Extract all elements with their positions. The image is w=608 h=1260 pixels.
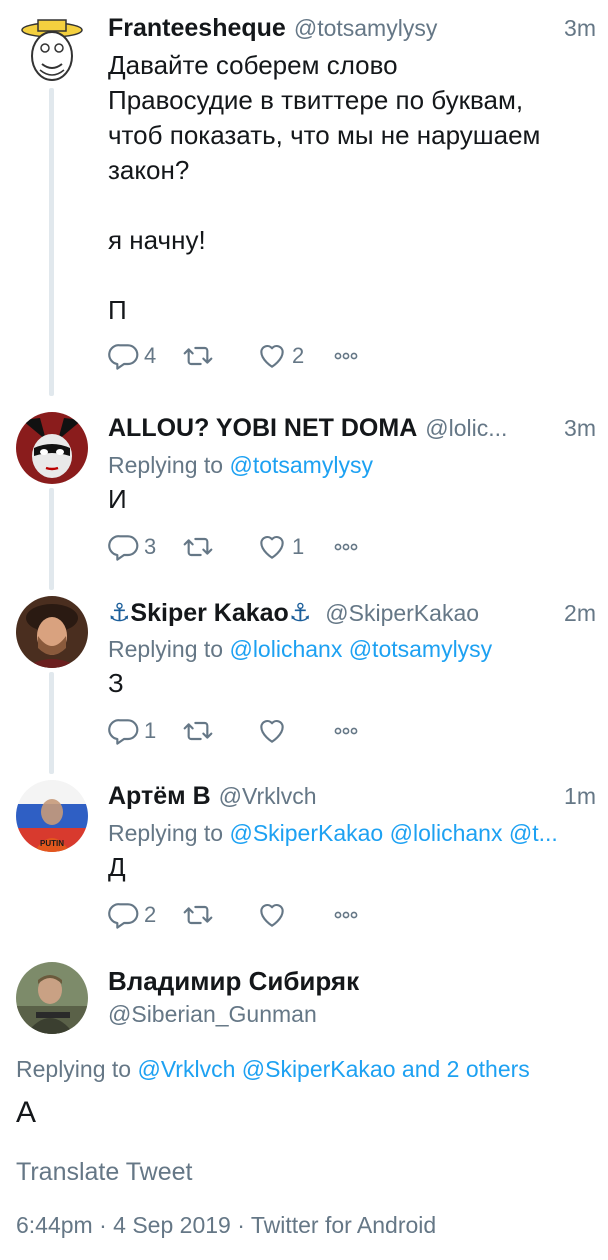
anchor-icon: ⚓: [288, 599, 312, 627]
like-count: 2: [292, 343, 305, 368]
author-name[interactable]: ⚓Skiper Kakao⚓: [108, 598, 311, 628]
like-icon: [256, 715, 288, 747]
thread-line: [49, 488, 54, 590]
more-icon: [330, 531, 362, 563]
retweet-icon: [182, 715, 214, 747]
thread-line: [49, 88, 54, 396]
like-count: 1: [292, 534, 305, 559]
avatar[interactable]: [16, 14, 88, 86]
replying-mentions[interactable]: @Vrklvch @SkiperKakao and 2 others: [137, 1056, 529, 1082]
more-icon: [330, 715, 362, 747]
reply-button[interactable]: 1: [108, 715, 174, 747]
replying-to: Replying to @lolichanx @totsamylysy: [108, 632, 596, 666]
author-handle[interactable]: @totsamylysy: [294, 15, 556, 42]
replying-to: Replying to @Vrklvch @SkiperKakao and 2 …: [16, 1056, 530, 1083]
retweet-icon: [182, 531, 214, 563]
like-button[interactable]: [256, 899, 322, 931]
more-button[interactable]: [330, 340, 362, 372]
avatar-shirt-text: PUTIN: [40, 839, 64, 848]
avatar[interactable]: PUTIN: [16, 780, 88, 852]
reply-icon: [108, 340, 140, 372]
focused-tweet: Владимир Сибиряк @Siberian_Gunman Replyi…: [0, 950, 608, 1260]
tweet-text: Давайте соберем слово Правосудие в твитт…: [108, 50, 541, 325]
reply-count: 2: [144, 902, 157, 927]
timestamp[interactable]: 3m: [564, 415, 596, 442]
tweet-metadata: 6:44pm · 4 Sep 2019 · Twitter for Androi…: [16, 1212, 437, 1238]
more-icon: [330, 899, 362, 931]
replying-mentions[interactable]: @SkiperKakao @lolichanx @t...: [229, 820, 557, 846]
author-name[interactable]: Артём В: [108, 782, 211, 811]
replying-to: Replying to @totsamylysy: [108, 448, 596, 482]
retweet-button[interactable]: [182, 531, 248, 563]
author-handle[interactable]: @Siberian_Gunman: [108, 1001, 596, 1028]
more-icon: [330, 340, 362, 372]
reply-button[interactable]: 3: [108, 531, 174, 563]
like-button[interactable]: 2: [256, 340, 322, 372]
more-button[interactable]: [330, 899, 362, 931]
reply-count: 4: [144, 343, 157, 368]
avatar[interactable]: [16, 412, 88, 484]
reply-icon: [108, 899, 140, 931]
timestamp[interactable]: 2m: [564, 600, 596, 627]
author-handle[interactable]: @lolic...: [425, 415, 556, 442]
tweet-text: И: [108, 484, 127, 514]
reply-count: 1: [144, 718, 157, 743]
author-handle[interactable]: @SkiperKakao: [325, 600, 556, 627]
replying-prefix: Replying to: [108, 452, 224, 478]
like-button[interactable]: [256, 715, 322, 747]
avatar[interactable]: [16, 962, 88, 1034]
like-button[interactable]: 1: [256, 531, 322, 563]
retweet-button[interactable]: [182, 715, 248, 747]
replying-prefix: Replying to: [16, 1056, 132, 1082]
author-handle[interactable]: @Vrklvch: [219, 783, 556, 810]
retweet-button[interactable]: [182, 340, 248, 372]
replying-mentions[interactable]: @totsamylysy: [229, 452, 372, 478]
reply-button[interactable]: 2: [108, 899, 174, 931]
more-button[interactable]: [330, 531, 362, 563]
author-name[interactable]: Franteesheque: [108, 14, 286, 43]
timestamp[interactable]: 1m: [564, 783, 596, 810]
replying-prefix: Replying to: [108, 820, 224, 846]
anchor-icon: ⚓: [108, 599, 131, 627]
replying-prefix: Replying to: [108, 636, 224, 662]
translate-tweet-link[interactable]: Translate Tweet: [16, 1158, 192, 1187]
reply-icon: [108, 531, 140, 563]
reply-icon: [108, 715, 140, 747]
tweet-text: А: [16, 1096, 37, 1129]
like-icon: [256, 340, 288, 372]
retweet-icon: [182, 340, 214, 372]
more-button[interactable]: [330, 715, 362, 747]
timestamp[interactable]: 3m: [564, 15, 596, 42]
author-name[interactable]: Владимир Сибиряк: [108, 966, 596, 997]
tweet-text: Д: [108, 852, 126, 882]
author-name[interactable]: ALLOU? YOBI NET DOMA: [108, 414, 417, 443]
like-icon: [256, 899, 288, 931]
thread-line: [49, 672, 54, 774]
like-icon: [256, 531, 288, 563]
replying-mentions[interactable]: @lolichanx @totsamylysy: [229, 636, 492, 662]
retweet-icon: [182, 899, 214, 931]
reply-button[interactable]: 4: [108, 340, 174, 372]
retweet-button[interactable]: [182, 899, 248, 931]
tweet-text: З: [108, 668, 124, 698]
replying-to: Replying to @SkiperKakao @lolichanx @t..…: [108, 816, 596, 850]
avatar[interactable]: [16, 596, 88, 668]
reply-count: 3: [144, 534, 157, 559]
